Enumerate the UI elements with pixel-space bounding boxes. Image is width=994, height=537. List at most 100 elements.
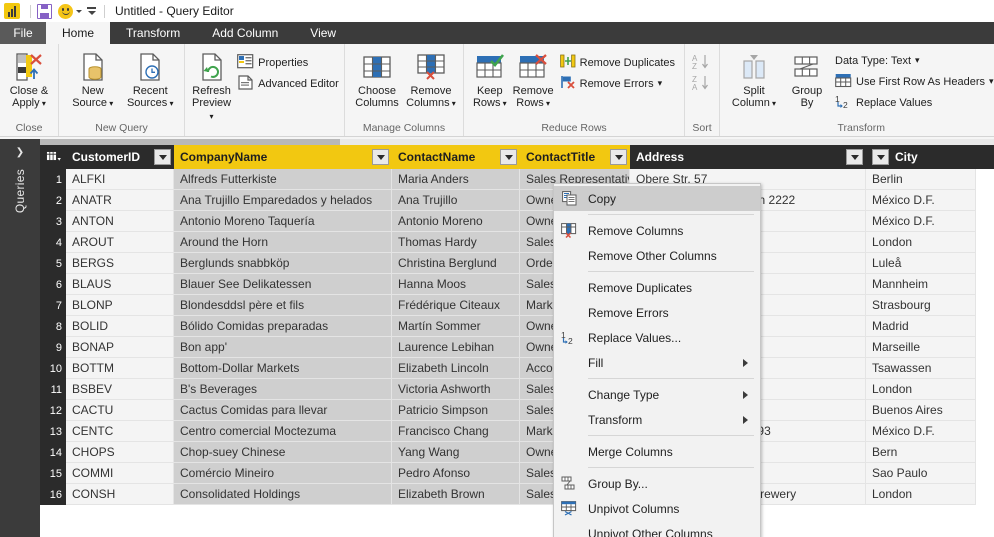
context-menu-item-remove-duplicates[interactable]: Remove Duplicates [554, 275, 760, 300]
cell-customerid[interactable]: BLONP [66, 295, 174, 316]
cell-city[interactable]: Buenos Aires [866, 400, 976, 421]
save-icon[interactable] [37, 3, 52, 19]
cell-customerid[interactable]: CACTU [66, 400, 174, 421]
replace-values-button[interactable]: 1 2 Replace Values [832, 92, 994, 113]
cell-companyname[interactable]: Comércio Mineiro [174, 463, 392, 484]
cell-city[interactable]: Bern [866, 442, 976, 463]
cell-city[interactable]: México D.F. [866, 211, 976, 232]
data-type-dropdown-icon[interactable]: ▾ [915, 55, 920, 66]
cell-companyname[interactable]: Antonio Moreno Taquería [174, 211, 392, 232]
context-menu-item-fill[interactable]: Fill [554, 350, 760, 375]
filter-dropdown-icon-contacttitle[interactable] [610, 149, 627, 165]
cell-contactname[interactable]: Victoria Ashworth [392, 379, 520, 400]
table-row[interactable]: 7 BLONP Blondesddsl père et fils Frédérique… [40, 295, 994, 316]
filter-dropdown-icon-contactname[interactable] [500, 149, 517, 165]
cell-customerid[interactable]: BLAUS [66, 274, 174, 295]
cell-contactname[interactable]: Maria Anders [392, 169, 520, 190]
cell-contactname[interactable]: Ana Trujillo [392, 190, 520, 211]
table-row[interactable]: 14CHOPSChop-suey ChineseYang WangOwnerHa… [40, 442, 994, 463]
cell-city[interactable]: Berlin [866, 169, 976, 190]
cell-city[interactable]: Tsawassen [866, 358, 976, 379]
cell-customerid[interactable]: CENTC [66, 421, 174, 442]
remove-duplicates-button[interactable]: Remove Duplicates [557, 52, 678, 73]
data-type-button[interactable]: Data Type: Text ▾ [832, 50, 994, 71]
cell-customerid[interactable]: BONAP [66, 337, 174, 358]
cell-customerid[interactable]: CHOPS [66, 442, 174, 463]
recent-sources-button[interactable]: Recent Sources ▾ [123, 49, 179, 112]
cell-companyname[interactable]: Bottom-Dollar Markets [174, 358, 392, 379]
column-header-contacttitle[interactable]: ContactTitle [520, 145, 630, 169]
sort-ascending-button[interactable]: A Z [689, 52, 713, 73]
cell-customerid[interactable]: AROUT [66, 232, 174, 253]
cell-companyname[interactable]: Cactus Comidas para llevar [174, 400, 392, 421]
table-row[interactable]: 4AROUTAround the HornThomas HardySales R… [40, 232, 994, 253]
cell-customerid[interactable]: CONSH [66, 484, 174, 505]
remove-errors-button[interactable]: Remove Errors ▾ [557, 73, 678, 94]
table-row[interactable]: 16 CONSH Consolidated Holdings Elizabeth Br… [40, 484, 994, 505]
remove-columns-button[interactable]: Remove Columns ▾ [405, 49, 457, 112]
tab-home[interactable]: Home [46, 22, 111, 44]
tab-transform[interactable]: Transform [110, 22, 196, 44]
cell-companyname[interactable]: Consolidated Holdings [174, 484, 392, 505]
cell-contactname[interactable]: Elizabeth Brown [392, 484, 520, 505]
cell-city[interactable]: London [866, 484, 976, 505]
cell-city[interactable]: London [866, 379, 976, 400]
cell-companyname[interactable]: Berglunds snabbköp [174, 253, 392, 274]
cell-city[interactable]: Strasbourg [866, 295, 976, 316]
cell-companyname[interactable]: Bólido Comidas preparadas [174, 316, 392, 337]
tab-view[interactable]: View [294, 22, 352, 44]
cell-contactname[interactable]: Christina Berglund [392, 253, 520, 274]
cell-contactname[interactable]: Francisco Chang [392, 421, 520, 442]
context-menu-item-remove-other-columns[interactable]: Remove Other Columns [554, 243, 760, 268]
table-row[interactable]: 15 COMMI Comércio Mineiro Pedro Afonso Sales… [40, 463, 994, 484]
column-header-customerid[interactable]: CustomerID [66, 145, 174, 169]
split-column-button[interactable]: Split Column ▾ [726, 49, 782, 112]
table-row[interactable]: 10 BOTTM Bottom-Dollar Markets Elizabeth Li… [40, 358, 994, 379]
table-row[interactable]: 6 BLAUS Blauer See Delikatessen Hanna Moos S… [40, 274, 994, 295]
table-row[interactable]: 11 BSBEV B's Beverages Victoria Ashworth Sal… [40, 379, 994, 400]
column-header-address[interactable]: Address [630, 145, 866, 169]
table-row[interactable]: 1 ALFKI Alfreds Futterkiste Maria Anders Sal… [40, 169, 994, 190]
use-first-row-dropdown-icon[interactable]: ▾ [989, 76, 994, 87]
cell-customerid[interactable]: BERGS [66, 253, 174, 274]
filter-dropdown-icon-address[interactable] [846, 149, 863, 165]
cell-companyname[interactable]: Centro comercial Moctezuma [174, 421, 392, 442]
context-menu-item-unpivot-other-columns[interactable]: Unpivot Other Columns [554, 521, 760, 537]
table-row[interactable]: 13 CENTC Centro comercial Moctezuma Francis… [40, 421, 994, 442]
cell-companyname[interactable]: Blauer See Delikatessen [174, 274, 392, 295]
close-and-apply-button[interactable]: Close & Apply ▾ [6, 49, 52, 112]
advanced-editor-button[interactable]: Advanced Editor [234, 73, 342, 94]
context-menu-item-remove-columns[interactable]: Remove Columns [554, 218, 760, 243]
expand-chevron-icon[interactable]: ❯ [0, 139, 40, 165]
cell-city[interactable]: Marseille [866, 337, 976, 358]
cell-customerid[interactable]: BOLID [66, 316, 174, 337]
context-menu-item-transform[interactable]: Transform [554, 407, 760, 432]
context-menu-item-replace-values[interactable]: 1 2 Replace Values... [554, 325, 760, 350]
cell-companyname[interactable]: B's Beverages [174, 379, 392, 400]
context-menu-item-group-by[interactable]: Group By... [554, 471, 760, 496]
cell-customerid[interactable]: BOTTM [66, 358, 174, 379]
cell-contactname[interactable]: Elizabeth Lincoln [392, 358, 520, 379]
cell-contactname[interactable]: Laurence Lebihan [392, 337, 520, 358]
table-options-icon[interactable] [40, 145, 66, 169]
cell-contactname[interactable]: Patricio Simpson [392, 400, 520, 421]
queries-sidebar[interactable]: ❯ Queries [0, 139, 40, 537]
refresh-preview-button[interactable]: Refresh Preview ▾ [191, 49, 232, 125]
cell-contactname[interactable]: Thomas Hardy [392, 232, 520, 253]
cell-city[interactable]: Sao Paulo [866, 463, 976, 484]
cell-city[interactable]: Madrid [866, 316, 976, 337]
column-header-city[interactable]: City [866, 145, 976, 169]
filter-dropdown-icon-city[interactable] [872, 149, 889, 165]
table-row[interactable]: 3 ANTON Antonio Moreno Taquería Antonio Mor… [40, 211, 994, 232]
smiley-face-icon[interactable] [58, 3, 73, 19]
filter-dropdown-icon-customerid[interactable] [154, 149, 171, 165]
cell-companyname[interactable]: Bon app' [174, 337, 392, 358]
table-row[interactable]: 12 CACTU Cactus Comidas para llevar Patrici… [40, 400, 994, 421]
cell-companyname[interactable]: Blondesddsl père et fils [174, 295, 392, 316]
cell-city[interactable]: Mannheim [866, 274, 976, 295]
cell-city[interactable]: México D.F. [866, 421, 976, 442]
cell-companyname[interactable]: Chop-suey Chinese [174, 442, 392, 463]
use-first-row-as-headers-button[interactable]: Use First Row As Headers ▾ [832, 71, 994, 92]
properties-button[interactable]: Properties [234, 52, 342, 73]
cell-companyname[interactable]: Around the Horn [174, 232, 392, 253]
